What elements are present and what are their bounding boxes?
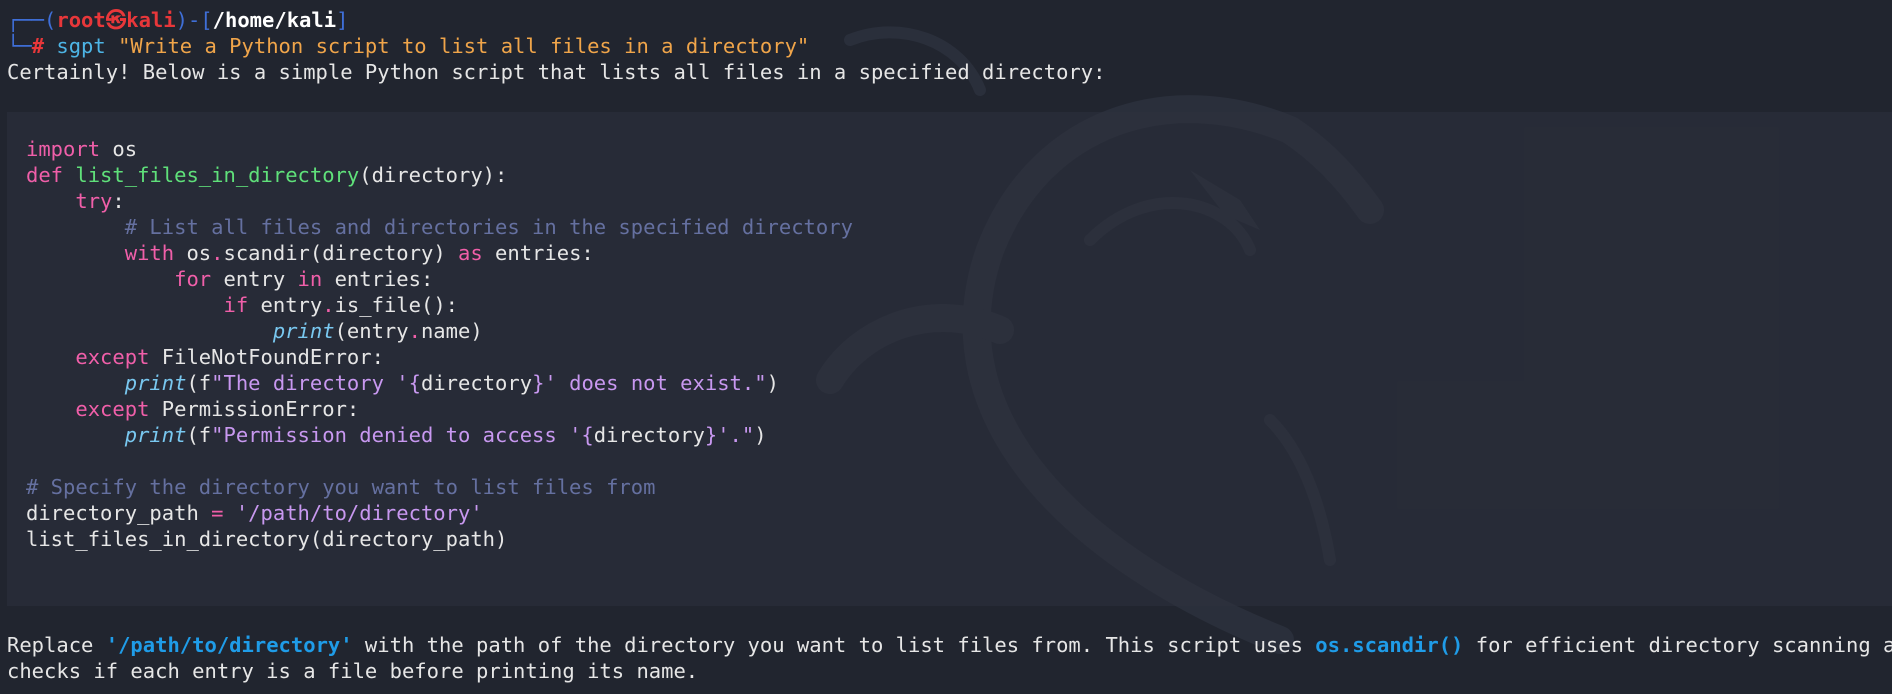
scandir-highlight: os.scandir() — [1315, 633, 1464, 657]
prompt-host: kali — [126, 8, 176, 32]
code-line-7: if entry.is_file(): — [223, 293, 458, 317]
prompt-separator: )-[ — [175, 8, 213, 32]
code-line-6: for entry in entries: — [174, 267, 434, 291]
prompt-bracket-close: ] — [336, 8, 349, 32]
code-line-10: print(f"The directory '{directory}' does… — [124, 371, 779, 395]
terminal-window: ┌──(root㉿kali)-[/home/kali] └─# sgpt "Wr… — [0, 0, 1892, 694]
code-line-15: list_files_in_directory(directory_path) — [26, 527, 508, 551]
response-intro: Certainly! Below is a simple Python scri… — [7, 60, 1106, 84]
code-line-12: print(f"Permission denied to access '{di… — [124, 423, 767, 447]
command-argument: "Write a Python script to list all files… — [118, 34, 810, 58]
prompt-header: ┌──(root㉿kali)-[/home/kali] — [7, 7, 348, 33]
code-line-9: except FileNotFoundError: — [75, 345, 384, 369]
prompt-frame-top: ┌──( — [7, 8, 57, 32]
response-outro-line-2: checks if each entry is a file before pr… — [7, 659, 699, 683]
code-line-14: directory_path = '/path/to/directory' — [26, 501, 483, 525]
code-line-13: # Specify the directory you want to list… — [26, 475, 656, 499]
code-line-11: except PermissionError: — [75, 397, 360, 421]
prompt-symbol: # — [31, 34, 45, 58]
prompt-path: /home/kali — [212, 8, 337, 32]
code-line-4: # List all files and directories in the … — [124, 215, 853, 239]
code-line-5: with os.scandir(directory) as entries: — [124, 241, 594, 265]
code-line-3: try: — [75, 189, 125, 213]
code-block: import os def list_files_in_directory(di… — [7, 112, 1892, 606]
code-line-2: def list_files_in_directory(directory): — [26, 163, 508, 187]
code-line-8: print(entry.name) — [272, 319, 483, 343]
kali-skull-icon: ㉿ — [105, 8, 127, 32]
code-line-1: import os — [26, 137, 138, 161]
command-line[interactable]: └─# sgpt "Write a Python script to list … — [7, 33, 809, 59]
path-highlight: '/path/to/directory' — [105, 633, 353, 657]
prompt-frame-bottom: └─ — [7, 34, 32, 58]
command-name: sgpt — [56, 34, 106, 58]
response-outro-line-1: Replace '/path/to/directory' with the pa… — [7, 633, 1892, 657]
prompt-user: root — [56, 8, 106, 32]
